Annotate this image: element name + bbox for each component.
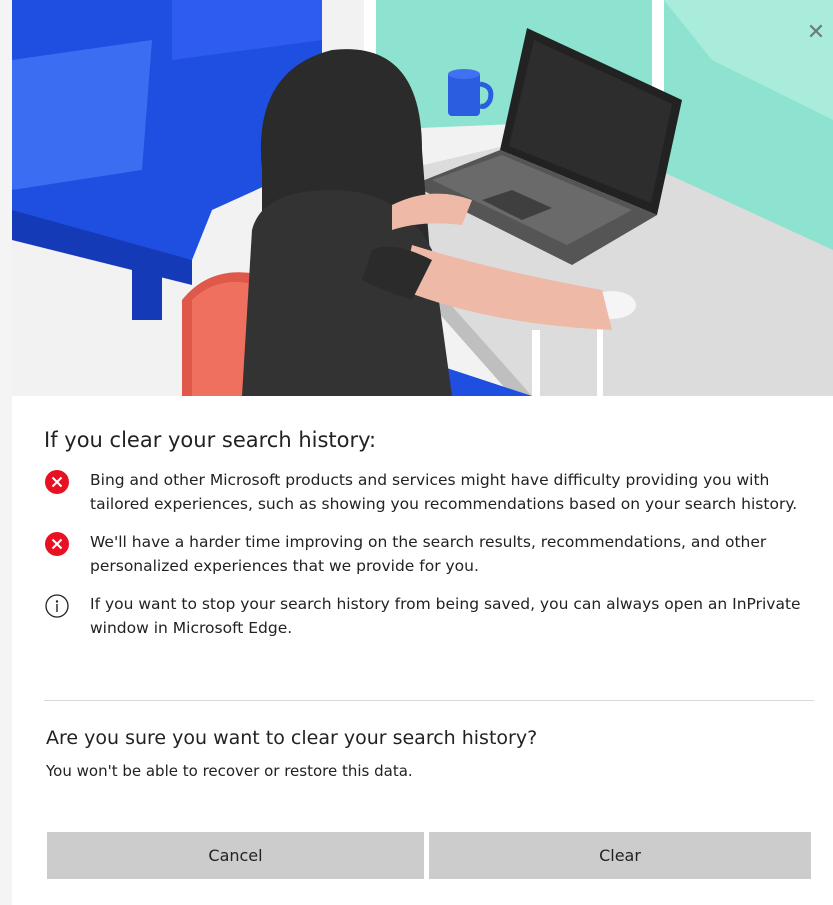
clear-button[interactable]: Clear [429,832,811,879]
item-text: If you want to stop your search history … [90,595,801,637]
error-x-icon [44,469,70,495]
confirm-title: Are you sure you want to clear your sear… [46,727,538,749]
consequences-section: If you clear your search history: Bing a… [44,428,814,654]
list-item: If you want to stop your search history … [44,592,814,640]
divider [44,700,814,701]
list-item: We'll have a harder time improving on th… [44,530,814,578]
hero-illustration: ✕ [12,0,833,396]
close-icon[interactable]: ✕ [799,16,833,50]
confirm-subtitle: You won't be able to recover or restore … [46,762,413,780]
error-x-icon [44,531,70,557]
cancel-button[interactable]: Cancel [47,832,424,879]
item-text: We'll have a harder time improving on th… [90,533,767,575]
info-icon [44,593,70,619]
clear-history-dialog: ✕ If you clear your search history: Bing… [12,0,833,905]
list-item: Bing and other Microsoft products and se… [44,468,814,516]
item-text: Bing and other Microsoft products and se… [90,471,798,513]
section-title: If you clear your search history: [44,428,377,452]
